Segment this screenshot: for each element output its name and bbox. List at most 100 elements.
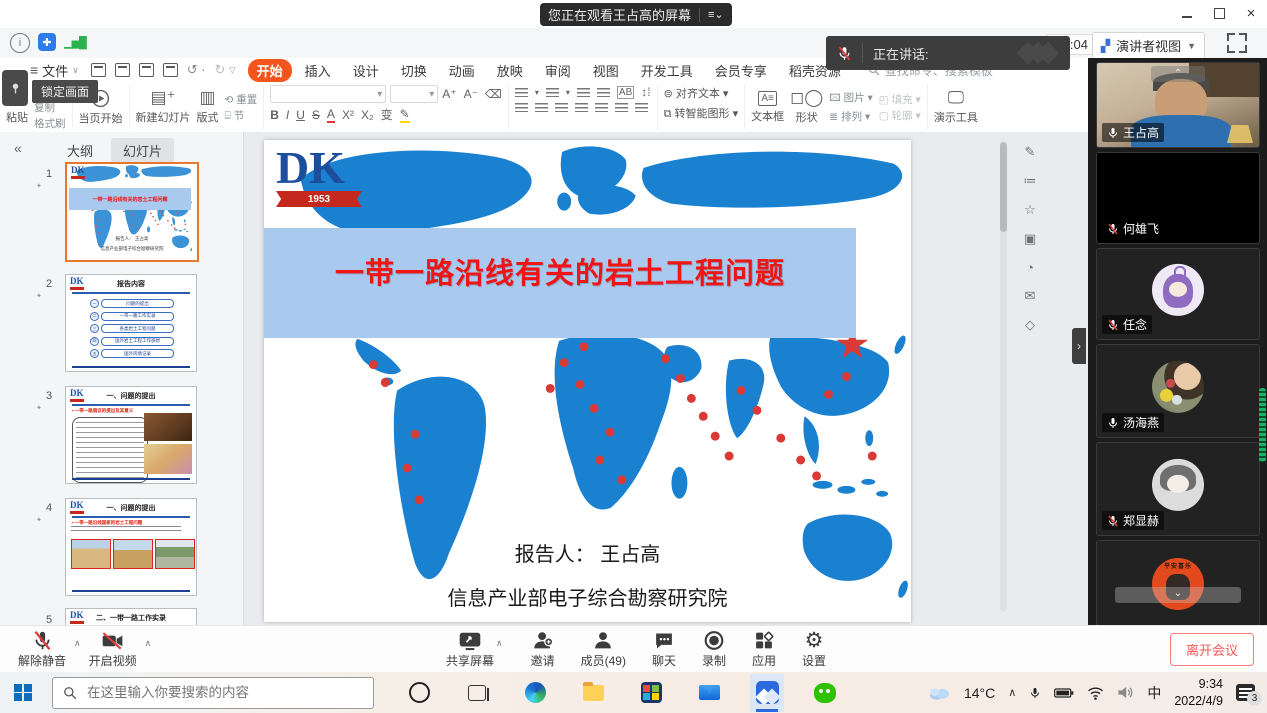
chart-bars-icon[interactable]: ▁▅█ bbox=[66, 33, 84, 51]
mail-icon[interactable]: ✉ bbox=[1025, 288, 1036, 304]
apps-button[interactable]: 应用 bbox=[752, 630, 776, 669]
mic-options-caret[interactable]: ∧ bbox=[74, 638, 81, 649]
hamburger-icon[interactable]: ≡ bbox=[30, 62, 38, 78]
file-menu[interactable]: 文件 bbox=[42, 61, 68, 80]
tab-review[interactable]: 审阅 bbox=[536, 59, 580, 82]
align-center-icon[interactable] bbox=[535, 103, 548, 112]
justify-icon[interactable] bbox=[575, 103, 588, 112]
to-smartart-button[interactable]: ⧉ 转智能图形 ▾ bbox=[664, 105, 739, 121]
indent-icon[interactable] bbox=[597, 88, 610, 97]
weather-temp[interactable]: 14°C bbox=[964, 685, 995, 701]
close-button[interactable]: × bbox=[1243, 5, 1259, 21]
store-icon[interactable] bbox=[634, 674, 668, 712]
print-icon[interactable] bbox=[139, 63, 154, 77]
taskbar-clock[interactable]: 9:34 2022/4/9 bbox=[1174, 676, 1223, 709]
underline-button[interactable]: U bbox=[296, 108, 305, 122]
taskbar-search[interactable] bbox=[52, 677, 374, 709]
volume-icon[interactable] bbox=[1117, 685, 1134, 700]
edit-icon[interactable]: ✎ bbox=[1025, 144, 1036, 160]
pin-button[interactable] bbox=[2, 70, 28, 106]
fill-button[interactable]: ◰ 填充 ▾ bbox=[879, 92, 921, 107]
shrink-font-icon[interactable]: A⁻ bbox=[464, 87, 478, 101]
unmute-button[interactable]: 解除静音 bbox=[18, 630, 66, 669]
task-view-icon[interactable] bbox=[460, 674, 494, 712]
tab-insert[interactable]: 插入 bbox=[296, 59, 340, 82]
font-color-button[interactable]: A bbox=[327, 107, 335, 123]
panel-expand-handle[interactable]: › bbox=[1072, 328, 1086, 364]
arrange-button[interactable]: ≣ 排列 ▾ bbox=[829, 109, 873, 124]
cortana-icon[interactable] bbox=[402, 674, 436, 712]
help-icon[interactable]: ◔ bbox=[1026, 260, 1034, 275]
leave-meeting-button[interactable]: 离开会议 bbox=[1170, 633, 1254, 666]
wifi-icon[interactable] bbox=[1087, 686, 1104, 700]
shapes-button[interactable]: ◻◯ 形状 bbox=[790, 89, 823, 125]
outdent-icon[interactable] bbox=[577, 88, 590, 97]
start-button[interactable] bbox=[0, 684, 46, 702]
mic-tray-icon[interactable] bbox=[1029, 685, 1041, 701]
tray-expand-icon[interactable]: ∧ bbox=[1008, 686, 1016, 699]
column-spacing-icon[interactable] bbox=[635, 103, 648, 112]
redo-icon[interactable]: ↻ ▿ bbox=[215, 62, 236, 78]
slide-thumbnail-5[interactable]: DK 二、一带一路工作实录 bbox=[65, 608, 197, 626]
members-button[interactable]: 成员(49) bbox=[581, 630, 626, 669]
tab-home[interactable]: 开始 bbox=[248, 59, 292, 82]
outline-button[interactable]: ▢ 轮廓 ▾ bbox=[879, 108, 921, 123]
view-mode-dropdown[interactable]: ▞ 演讲者视图 ▼ bbox=[1092, 32, 1205, 59]
camera-options-caret[interactable]: ∧ bbox=[145, 638, 152, 649]
participant-tile[interactable]: 平安喜乐 ⌄ bbox=[1096, 540, 1260, 627]
font-size-select[interactable]: ▾ bbox=[390, 85, 438, 103]
panel-collapse-icon[interactable]: « bbox=[14, 140, 22, 156]
file-explorer-icon[interactable] bbox=[576, 674, 610, 712]
crop-icon[interactable]: ▣ bbox=[1024, 231, 1036, 247]
section-button[interactable]: ⌸ 节 bbox=[225, 108, 258, 123]
export-icon[interactable] bbox=[115, 63, 130, 77]
italic-button[interactable]: I bbox=[286, 108, 289, 122]
slide-thumbnail-1[interactable]: DK 一带一路沿线有关的岩土工程问题 报告人： 王占高 信息产业部电子综合勘察研… bbox=[65, 162, 199, 262]
participant-tile[interactable]: 任念 bbox=[1096, 248, 1260, 340]
participant-tile[interactable]: 何雄飞 bbox=[1096, 152, 1260, 244]
line-spacing-icon[interactable]: ↕⁞ bbox=[641, 85, 650, 99]
star-icon[interactable]: ☆ bbox=[1024, 202, 1036, 218]
bullets-icon[interactable] bbox=[515, 88, 528, 97]
text-box-button[interactable]: A≡ 文本框 bbox=[751, 91, 784, 124]
participant-tile[interactable]: 汤海燕 bbox=[1096, 344, 1260, 438]
participant-tile-video[interactable]: ⌃ 王占高 bbox=[1096, 62, 1260, 148]
share-options-caret[interactable]: ∧ bbox=[496, 638, 503, 649]
undo-icon[interactable]: ↺ · bbox=[187, 62, 206, 78]
subscript-button[interactable]: X₂ bbox=[361, 108, 374, 122]
highlight-button[interactable]: ✎ bbox=[400, 107, 410, 123]
picture-button[interactable]: 🖾 图片 ▾ bbox=[829, 90, 873, 108]
align-left-icon[interactable] bbox=[515, 103, 528, 112]
text-direction-icon[interactable]: AB bbox=[617, 86, 634, 99]
grow-font-icon[interactable]: A⁺ bbox=[442, 87, 456, 101]
layout-button[interactable]: ▥ 版式 bbox=[197, 89, 219, 125]
info-icon[interactable]: i bbox=[10, 33, 30, 53]
preview-icon[interactable] bbox=[163, 63, 178, 77]
ime-indicator[interactable]: 中 bbox=[1147, 683, 1161, 703]
share-screen-button[interactable]: 共享屏幕 bbox=[446, 630, 494, 669]
lock-screen-tooltip[interactable]: 锁定画面 bbox=[32, 80, 98, 103]
slide-thumbnail-3[interactable]: DK 一、问题的提出 ➣一带一路倡议的提出及其意义 bbox=[65, 386, 197, 484]
present-tools-button[interactable]: 🖵 演示工具 bbox=[934, 89, 978, 125]
share-banner-menu-icon[interactable]: ≡⌄ bbox=[708, 8, 724, 21]
search-input[interactable] bbox=[85, 684, 329, 701]
edge-icon[interactable] bbox=[518, 674, 552, 712]
distribute-icon[interactable] bbox=[595, 103, 608, 112]
align-right-icon[interactable] bbox=[555, 103, 568, 112]
numbering-icon[interactable] bbox=[546, 88, 559, 97]
clear-format-icon[interactable]: ⌫ bbox=[485, 87, 502, 101]
start-video-button[interactable]: 开启视频 bbox=[89, 630, 137, 669]
save-icon[interactable] bbox=[91, 63, 106, 77]
strike-button[interactable]: S bbox=[312, 108, 320, 122]
row-spacing-icon[interactable] bbox=[615, 103, 628, 112]
minimize-button[interactable] bbox=[1179, 5, 1195, 21]
font-name-select[interactable]: ▾ bbox=[270, 85, 386, 103]
record-button[interactable]: 录制 bbox=[702, 630, 726, 669]
tab-member[interactable]: 会员专享 bbox=[706, 59, 776, 82]
bold-button[interactable]: B bbox=[270, 108, 279, 122]
superscript-button[interactable]: X² bbox=[342, 108, 354, 122]
adjust-icon[interactable]: ≔ bbox=[1024, 173, 1037, 189]
chat-button[interactable]: 聊天 bbox=[652, 630, 676, 669]
notification-center-icon[interactable]: 3 bbox=[1236, 684, 1255, 701]
participant-tile[interactable]: 郑显赫 bbox=[1096, 442, 1260, 536]
